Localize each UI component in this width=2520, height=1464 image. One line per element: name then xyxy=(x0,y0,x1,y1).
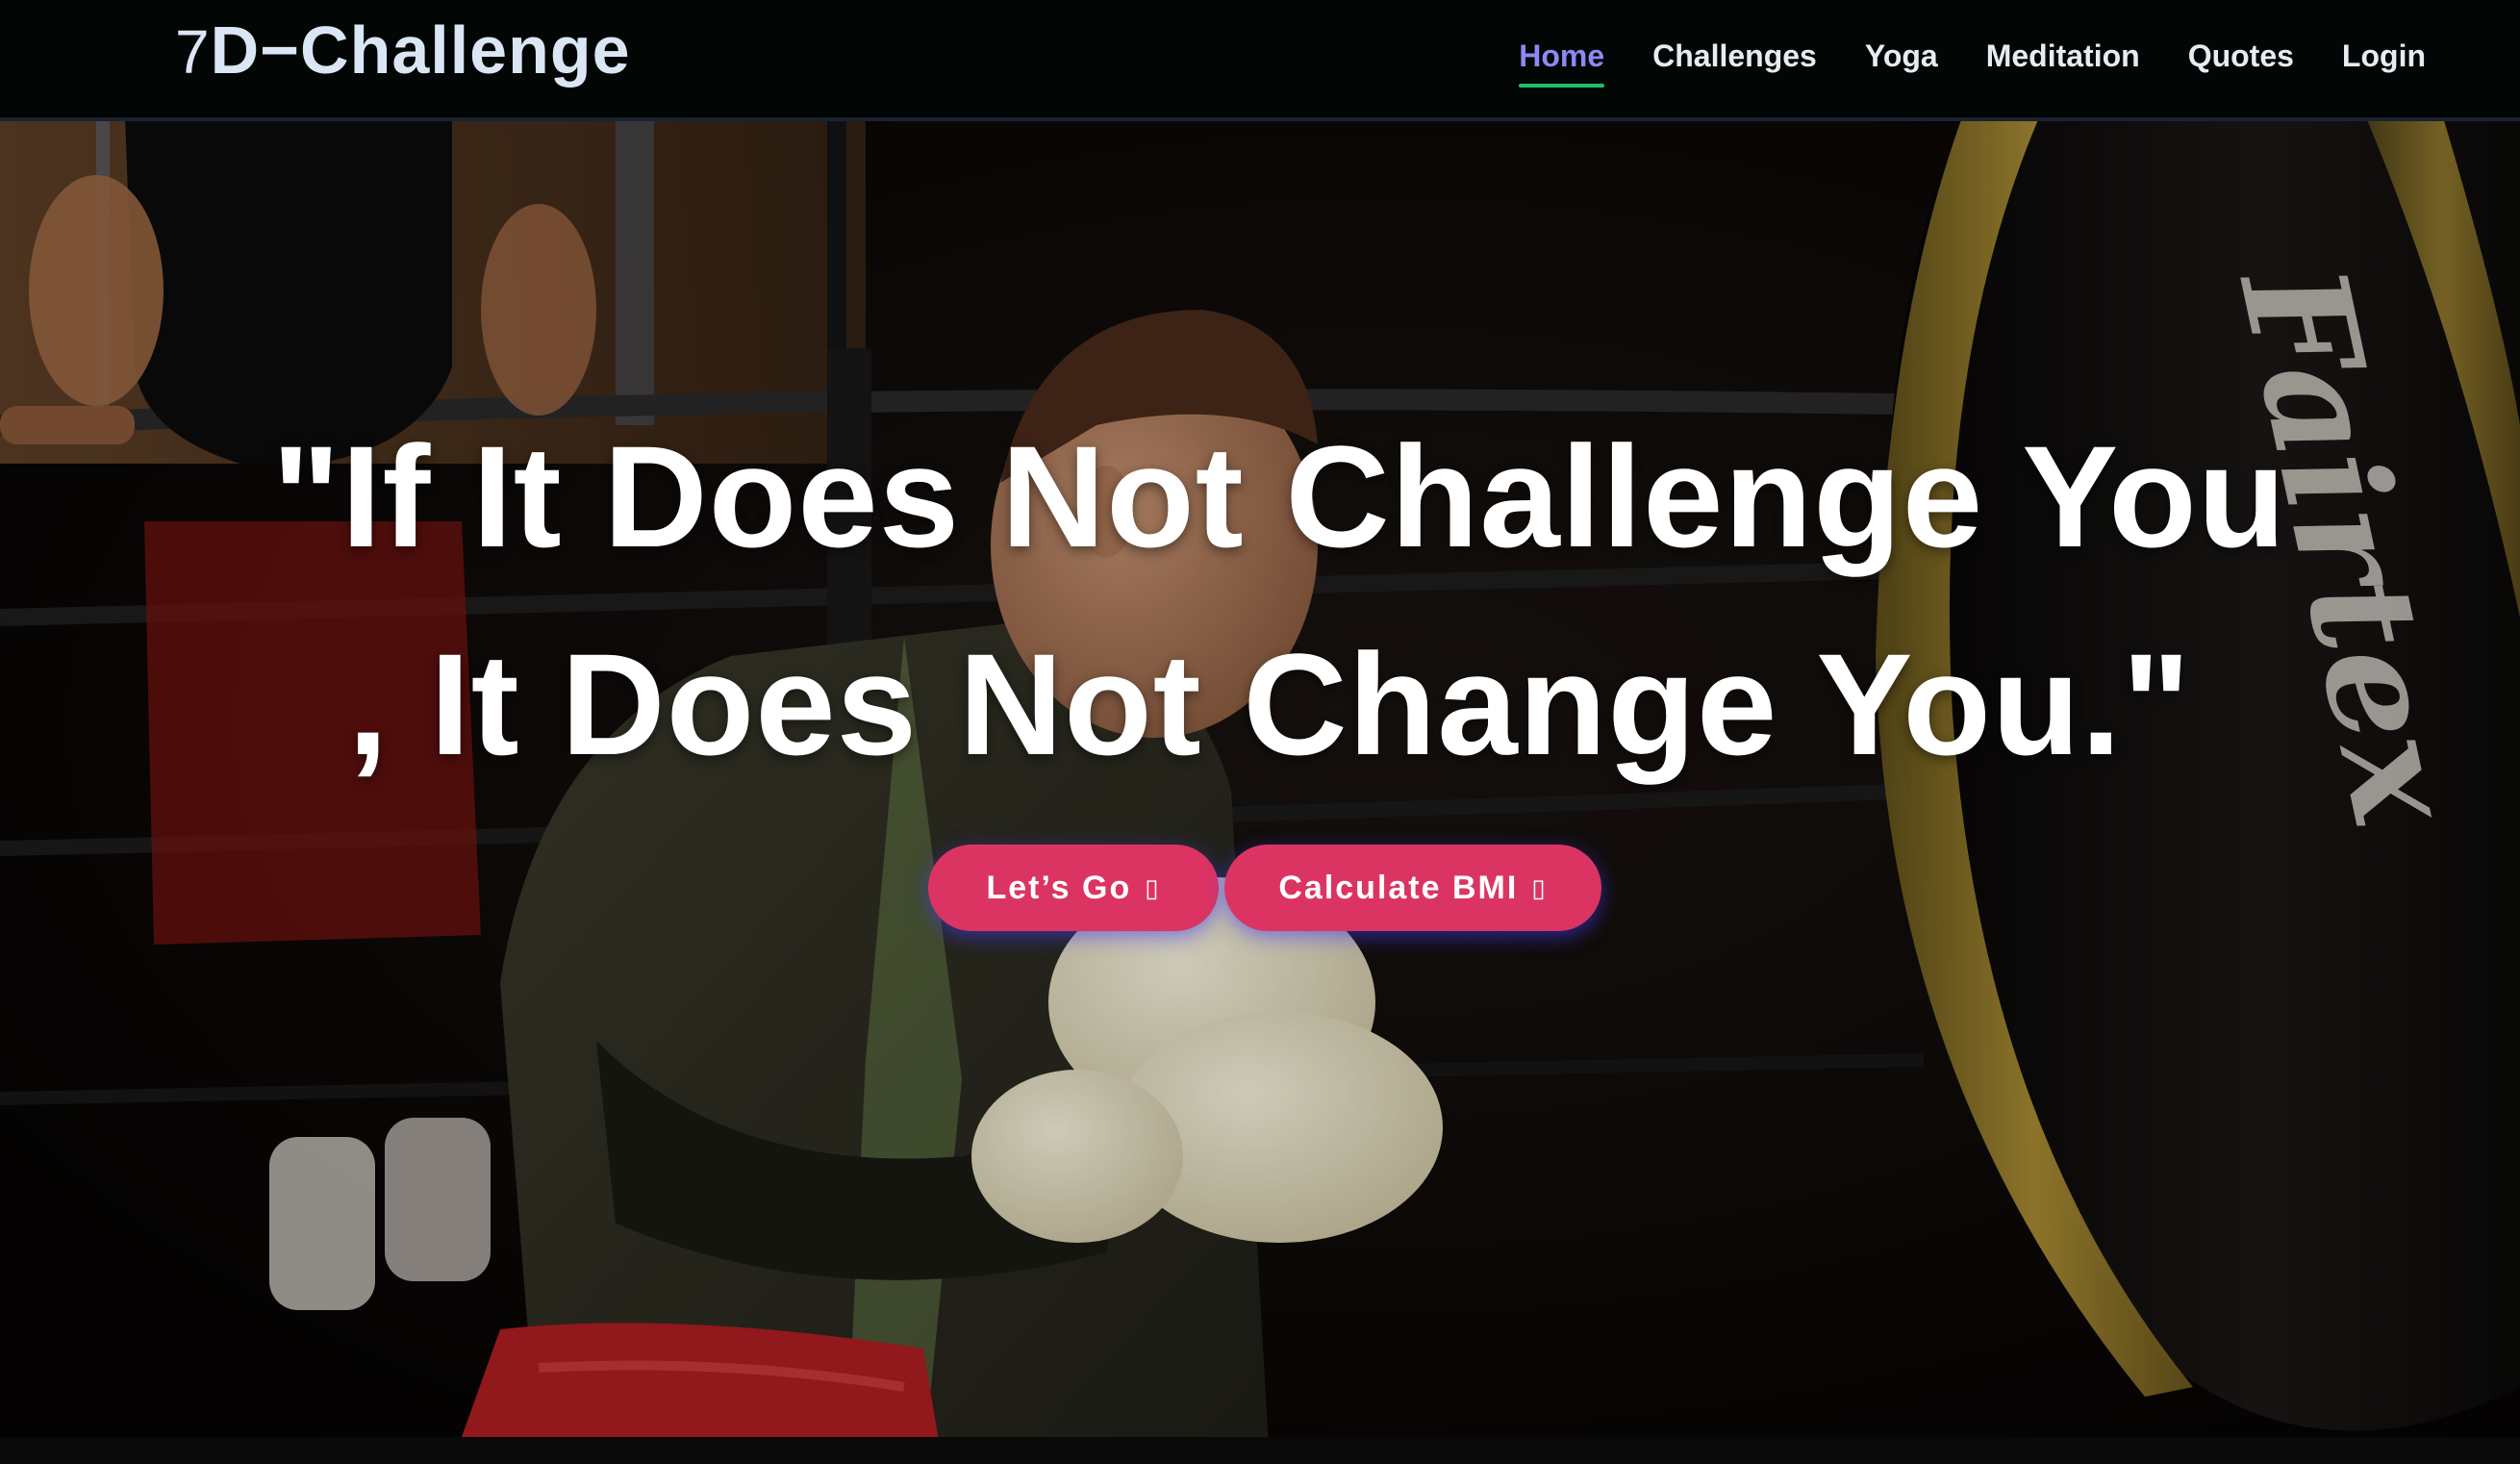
nav-link-challenges[interactable]: Challenges xyxy=(1652,35,1817,78)
lets-go-button[interactable]: Let’s Go ▯ xyxy=(928,845,1219,931)
nav-link-yoga[interactable]: Yoga xyxy=(1865,35,1938,78)
arrow-right-icon: ▯ xyxy=(1531,872,1548,902)
nav-link-home[interactable]: Home xyxy=(1519,35,1604,88)
navbar: 7D−Challenge Home Challenges Yoga Medita… xyxy=(0,0,2520,121)
nav-link-meditation[interactable]: Meditation xyxy=(1986,35,2140,78)
calculate-bmi-label: Calculate BMI xyxy=(1278,869,1519,906)
hero-quote: "If It Does Not Challenge You , It Does … xyxy=(0,392,2520,808)
hero-quote-line-2: , It Does Not Change You." xyxy=(347,623,2192,785)
brand-prefix: 7 xyxy=(175,17,211,87)
arrow-right-icon: ▯ xyxy=(1145,872,1161,902)
lets-go-label: Let’s Go xyxy=(986,869,1132,906)
main-nav: Home Challenges Yoga Meditation Quotes L… xyxy=(1519,0,2426,112)
hero-quote-line-1: "If It Does Not Challenge You xyxy=(271,416,2287,577)
page: 7D−Challenge Home Challenges Yoga Medita… xyxy=(0,0,2520,1464)
hero-actions: Let’s Go ▯ Calculate BMI ▯ xyxy=(0,845,2520,931)
brand-logo[interactable]: 7D−Challenge xyxy=(175,12,631,88)
calculate-bmi-button[interactable]: Calculate BMI ▯ xyxy=(1224,845,1601,931)
nav-link-quotes[interactable]: Quotes xyxy=(2188,35,2294,78)
brand-name: D−Challenge xyxy=(210,13,631,88)
nav-link-login[interactable]: Login xyxy=(2342,35,2426,78)
